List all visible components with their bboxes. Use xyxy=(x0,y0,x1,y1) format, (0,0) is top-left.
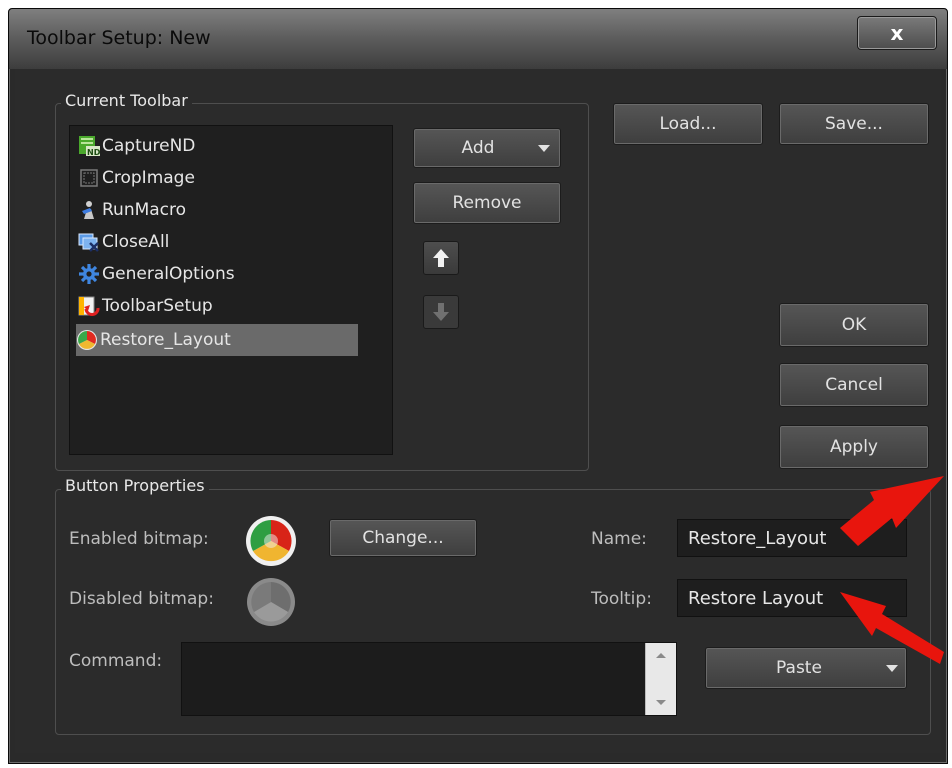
annotation-arrow-icon xyxy=(840,476,944,546)
save-button[interactable]: Save... xyxy=(779,103,929,145)
cancel-button[interactable]: Cancel xyxy=(779,363,929,407)
current-toolbar-label: Current Toolbar xyxy=(61,91,192,110)
list-item-label: CaptureND xyxy=(102,136,196,156)
command-text xyxy=(182,643,676,655)
move-down-button[interactable] xyxy=(423,295,459,329)
list-item-cropimage[interactable]: CropImage xyxy=(78,162,195,194)
change-bitmap-button[interactable]: Change... xyxy=(329,519,477,557)
name-label: Name: xyxy=(591,529,647,549)
remove-button[interactable]: Remove xyxy=(413,182,561,224)
close-button[interactable]: x xyxy=(857,16,937,50)
list-item-label: GeneralOptions xyxy=(102,264,235,284)
arrow-down-icon xyxy=(433,303,449,321)
scroll-up-icon[interactable] xyxy=(655,651,667,659)
list-item-label: CloseAll xyxy=(102,232,170,252)
disabled-bitmap-preview xyxy=(247,578,295,626)
annotation-arrow-icon xyxy=(840,592,944,664)
command-scrollbar[interactable] xyxy=(645,643,676,715)
crop-image-icon xyxy=(80,169,98,187)
toolbar-items-list[interactable]: ND CaptureND CropImage RunMacro CloseAll… xyxy=(69,125,393,455)
command-textarea[interactable] xyxy=(181,642,677,716)
title-bar[interactable]: Toolbar Setup: New x xyxy=(9,9,947,69)
run-macro-icon xyxy=(82,201,94,219)
list-item-label: Restore_Layout xyxy=(100,330,231,350)
toolbar-setup-dialog: Toolbar Setup: New x Current Toolbar ND … xyxy=(8,8,948,764)
list-item-runmacro[interactable]: RunMacro xyxy=(78,194,186,226)
command-label: Command: xyxy=(69,651,163,671)
capture-nd-icon: ND xyxy=(79,136,100,157)
list-item-closeall[interactable]: CloseAll xyxy=(78,226,169,258)
close-all-icon xyxy=(78,233,99,252)
arrow-up-icon xyxy=(433,249,449,267)
list-item-toolbarsetup[interactable]: ToolbarSetup xyxy=(78,290,213,322)
button-properties-label: Button Properties xyxy=(61,476,209,495)
gear-icon xyxy=(79,264,99,284)
apply-button[interactable]: Apply xyxy=(779,425,929,469)
tooltip-label: Tooltip: xyxy=(591,589,652,609)
chevron-down-icon xyxy=(538,145,550,152)
list-item-label: CropImage xyxy=(102,168,195,188)
add-button-label: Add xyxy=(461,138,495,158)
scroll-down-icon[interactable] xyxy=(655,699,667,707)
list-item-label: ToolbarSetup xyxy=(102,296,213,316)
restore-layout-icon xyxy=(77,330,97,350)
svg-text:ND: ND xyxy=(87,148,100,157)
toolbar-setup-icon xyxy=(78,296,100,316)
dialog-body: Current Toolbar ND CaptureND CropImage R… xyxy=(15,69,941,753)
add-button[interactable]: Add xyxy=(413,128,561,168)
enabled-bitmap-preview xyxy=(246,516,296,566)
ok-button[interactable]: OK xyxy=(779,303,929,347)
dialog-title: Toolbar Setup: New xyxy=(27,27,211,49)
list-item-restore-layout[interactable]: Restore_Layout xyxy=(76,324,358,356)
enabled-bitmap-label: Enabled bitmap: xyxy=(69,529,209,549)
list-item-label: RunMacro xyxy=(102,200,187,220)
disabled-bitmap-label: Disabled bitmap: xyxy=(69,589,214,609)
close-icon: x xyxy=(890,21,904,45)
list-item-generaloptions[interactable]: GeneralOptions xyxy=(78,258,235,290)
move-up-button[interactable] xyxy=(423,241,459,275)
load-button[interactable]: Load... xyxy=(613,103,763,145)
paste-button-label: Paste xyxy=(776,658,822,678)
list-item-capturend[interactable]: ND CaptureND xyxy=(78,130,195,162)
